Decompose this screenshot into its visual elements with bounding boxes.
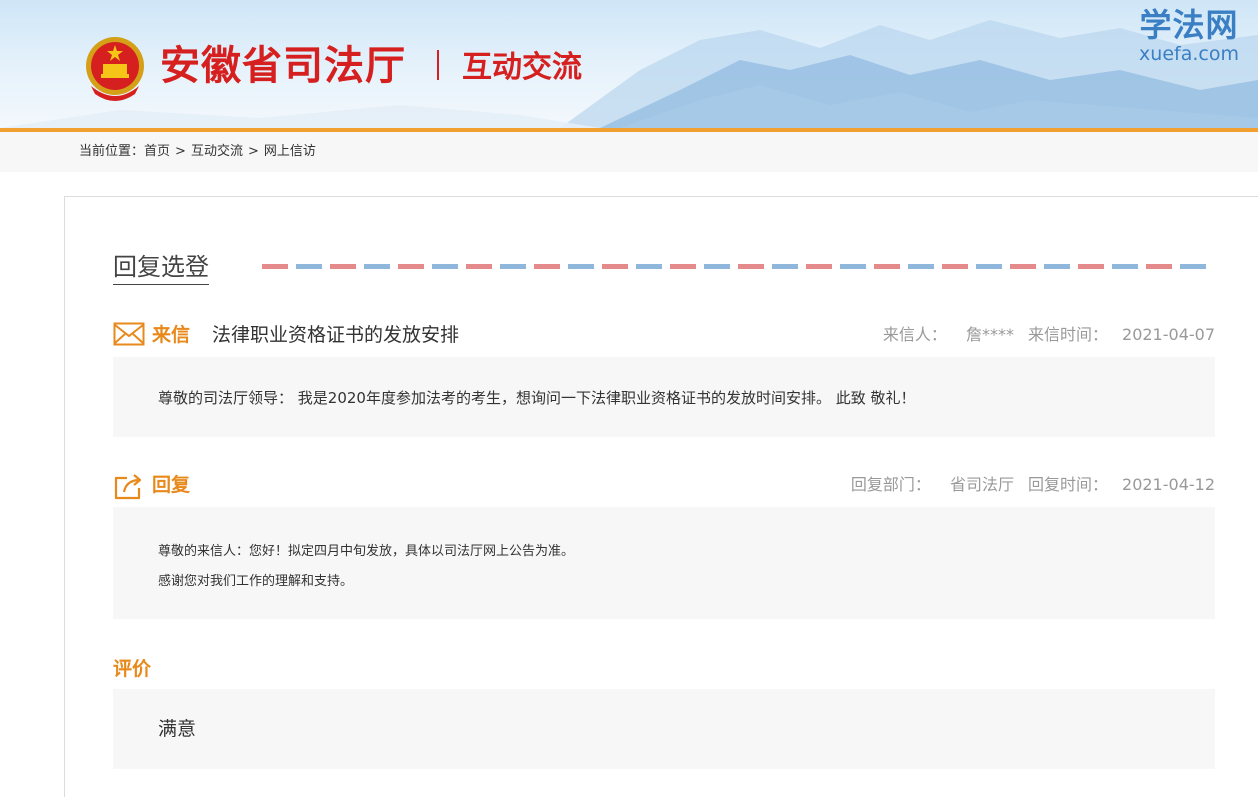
section-heading: 回复选登 — [113, 250, 209, 285]
envelope-icon — [113, 322, 145, 346]
xuefa-logo-cn: 学法网 — [1139, 6, 1239, 44]
reply-header: 回复 回复部门： 省司法厅 回复时间： 2021-04-12 — [113, 470, 1215, 500]
breadcrumb-petition[interactable]: 网上信访 — [264, 144, 316, 159]
reply-time-field: 回复时间： 2021-04-12 — [1028, 475, 1215, 494]
site-title: 安徽省司法厅 — [160, 43, 406, 89]
sender-field: 来信人： 詹**** — [883, 325, 1014, 344]
letter-body: 尊敬的司法厅领导： 我是2020年度参加法考的考生，想询问一下法律职业资格证书的… — [113, 357, 1215, 437]
airmail-divider — [262, 264, 1212, 269]
letter-header: 来信 法律职业资格证书的发放安排 来信人： 詹**** 来信时间： 2021-04-… — [113, 320, 1215, 350]
xuefa-logo[interactable]: 学法网 xuefa.com — [1130, 6, 1248, 64]
share-reply-icon — [114, 474, 142, 500]
reply-dept-value: 省司法厅 — [949, 475, 1014, 494]
reply-content: 尊敬的来信人：您好！拟定四月中旬发放，具体以司法厅网上公告为准。 感谢您对我们工… — [158, 537, 574, 597]
letter-label: 来信 — [152, 324, 191, 346]
breadcrumb-separator: > — [175, 144, 186, 159]
evaluation-value: 满意 — [158, 718, 197, 740]
reply-time-value: 2021-04-12 — [1122, 475, 1215, 494]
reply-line: 感谢您对我们工作的理解和支持。 — [158, 574, 354, 589]
breadcrumb-separator: > — [247, 144, 259, 159]
evaluation-body: 满意 — [113, 689, 1215, 769]
breadcrumb-bar: 当前位置：首页 > 互动交流 > 网上信访 — [0, 132, 1258, 172]
reply-dept-label: 回复部门： — [850, 475, 931, 494]
national-emblem-icon — [86, 37, 144, 101]
site-subtitle: 互动交流 — [462, 50, 582, 85]
reply-time-label: 回复时间： — [1028, 475, 1109, 494]
letter-meta: 来信人： 詹**** 来信时间： 2021-04-07 — [883, 324, 1215, 346]
reply-line: 尊敬的来信人：您好！拟定四月中旬发放，具体以司法厅网上公告为准。 — [158, 544, 575, 559]
evaluation-label: 评价 — [113, 658, 152, 680]
breadcrumb-prefix: 当前位置： — [79, 144, 145, 159]
reply-body: 尊敬的来信人：您好！拟定四月中旬发放，具体以司法厅网上公告为准。 感谢您对我们工… — [113, 507, 1215, 619]
letter-time-value: 2021-04-07 — [1122, 325, 1215, 344]
letter-time-label: 来信时间： — [1028, 325, 1109, 344]
reply-label: 回复 — [152, 474, 191, 496]
breadcrumb-interaction[interactable]: 互动交流 — [191, 144, 243, 159]
title-divider — [437, 50, 439, 80]
xuefa-logo-en: xuefa.com — [1139, 43, 1239, 65]
letter-time-field: 来信时间： 2021-04-07 — [1028, 325, 1215, 344]
header-banner: 安徽省司法厅 互动交流 学法网 xuefa.com — [0, 0, 1258, 128]
reply-dept-field: 回复部门： 省司法厅 — [851, 475, 1014, 494]
reply-meta: 回复部门： 省司法厅 回复时间： 2021-04-12 — [851, 474, 1215, 496]
breadcrumb: 当前位置：首页 > 互动交流 > 网上信访 — [79, 143, 316, 161]
sender-value: 詹**** — [965, 325, 1014, 344]
breadcrumb-home[interactable]: 首页 — [144, 144, 170, 159]
sender-label: 来信人： — [882, 325, 947, 344]
letter-subject: 法律职业资格证书的发放安排 — [212, 324, 460, 346]
letter-content: 尊敬的司法厅领导： 我是2020年度参加法考的考生，想询问一下法律职业资格证书的… — [158, 389, 916, 407]
